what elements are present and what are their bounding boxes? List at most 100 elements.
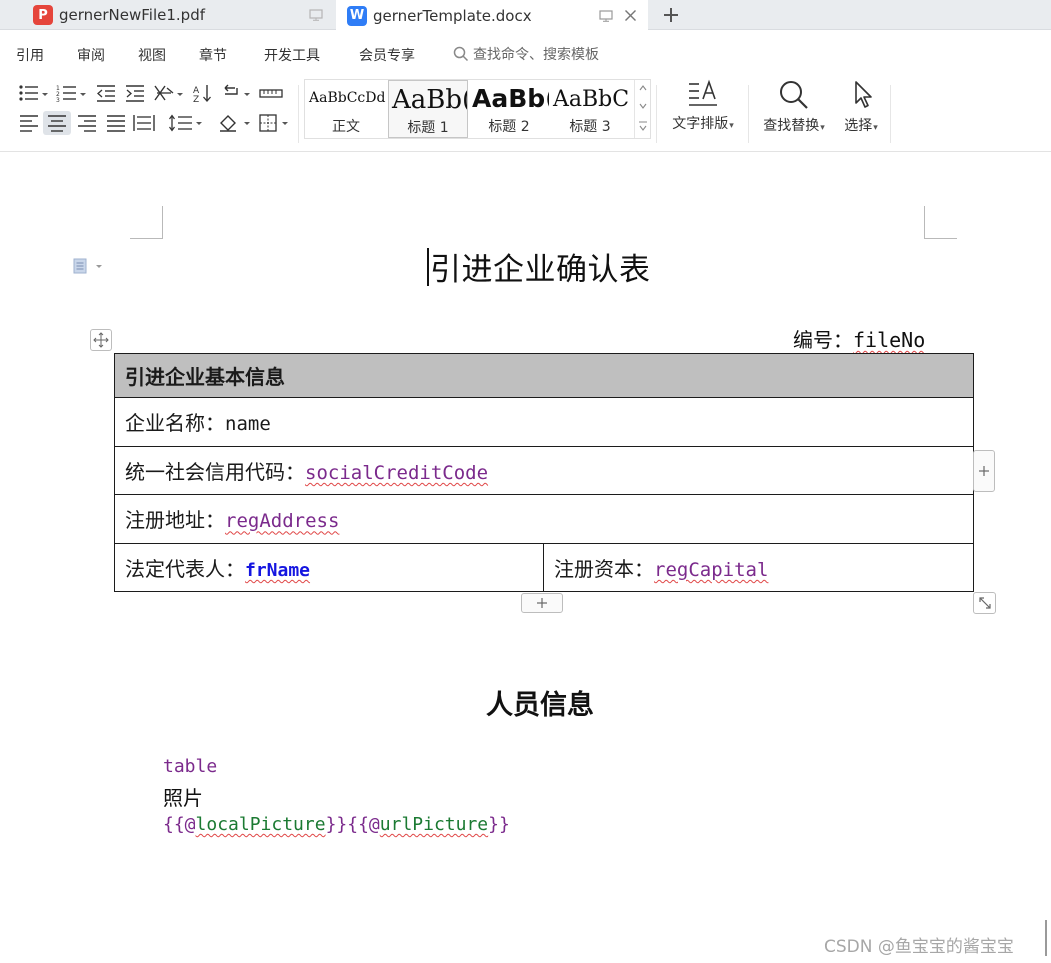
align-right-button[interactable] — [74, 111, 100, 135]
table-row: 企业名称：name — [114, 397, 974, 447]
file-number-label: 编号： — [793, 328, 853, 352]
table-resize-handle[interactable] — [973, 592, 996, 614]
wps-writer-icon: W — [347, 5, 367, 26]
style-heading-1[interactable]: AaBb( 标题 1 — [388, 80, 468, 138]
find-replace-label: 查找替换 — [763, 118, 820, 134]
style-name: 标题 1 — [407, 120, 449, 136]
increase-indent-icon — [126, 85, 144, 102]
monitor-icon[interactable] — [308, 7, 324, 23]
pdf-app-icon: P — [33, 5, 53, 25]
paint-bucket-icon — [220, 115, 250, 132]
text-cursor — [427, 248, 429, 286]
style-heading-2[interactable]: AaBb( 标题 2 — [469, 80, 549, 138]
move-arrows-icon — [93, 332, 109, 348]
decrease-indent-button[interactable] — [93, 81, 119, 105]
svg-text:3: 3 — [56, 97, 60, 102]
bullet-list-button[interactable] — [16, 81, 50, 105]
company-info-table[interactable]: 引进企业基本信息 企业名称：name 统一社会信用代码：socialCredit… — [114, 353, 974, 592]
tag-close: }} — [488, 814, 510, 835]
magnifier-icon — [780, 81, 808, 109]
numbered-list-icon: 123 — [56, 85, 86, 102]
align-left-button[interactable] — [16, 111, 42, 135]
document-icon — [73, 258, 102, 274]
distributed-align-button[interactable] — [131, 111, 157, 135]
style-heading-3[interactable]: AaBbCc 标题 3 — [550, 80, 630, 138]
style-name: 标题 2 — [488, 119, 530, 135]
table-row: 统一社会信用代码：socialCreditCode — [114, 445, 974, 495]
menu-developer-tools[interactable]: 开发工具 — [264, 45, 320, 65]
menu-member-exclusive[interactable]: 会员专享 — [359, 45, 415, 65]
select-button[interactable]: 选择▾ — [836, 79, 886, 141]
table-cell-credit-code[interactable]: 统一社会信用代码：socialCreditCode — [114, 445, 974, 495]
tab-pdf-file[interactable]: P gernerNewFile1.pdf — [22, 0, 332, 30]
search-icon — [453, 46, 469, 62]
align-right-icon — [78, 115, 96, 132]
text-layout-button[interactable]: 文字排版▾ — [664, 79, 742, 141]
table-cell-reg-capital[interactable]: 注册资本：regCapital — [543, 542, 974, 592]
tab-stops-button[interactable] — [258, 81, 284, 105]
cell-field: socialCreditCode — [305, 461, 489, 484]
document-page[interactable]: 引进企业确认表 编号：fileNo 引进企业基本信息 企业名称：name 统一社… — [0, 152, 1051, 963]
chinese-layout-button[interactable] — [151, 81, 185, 105]
borders-button[interactable] — [256, 111, 292, 135]
distributed-align-icon — [133, 115, 155, 131]
cell-field: regAddress — [225, 510, 340, 533]
justify-button[interactable] — [103, 111, 129, 135]
line-spacing-button[interactable] — [166, 111, 206, 135]
watermark: CSDN @鱼宝宝的酱宝宝 — [824, 937, 1014, 957]
table-cell-reg-address[interactable]: 注册地址：regAddress — [114, 494, 974, 544]
table-placeholder: table — [163, 756, 218, 777]
table-cell-legal-rep[interactable]: 法定代表人：frName — [114, 542, 544, 592]
menu-chapter[interactable]: 章节 — [199, 45, 227, 65]
style-name: 正文 — [332, 119, 360, 135]
resize-arrows-icon — [978, 597, 991, 609]
menu-references[interactable]: 引用 — [16, 45, 44, 65]
add-column-button[interactable] — [973, 450, 995, 492]
styles-scrollbar[interactable] — [634, 80, 650, 138]
new-tab-button[interactable] — [658, 2, 684, 28]
shading-button[interactable] — [216, 111, 254, 135]
tag-open: {{@ — [163, 814, 196, 835]
close-icon[interactable] — [622, 8, 638, 24]
cell-label: 统一社会信用代码： — [125, 459, 305, 484]
cursor-arrow-icon — [855, 81, 872, 108]
cell-field: regCapital — [654, 558, 769, 581]
paragraph-mark-button[interactable] — [218, 81, 252, 105]
chinese-layout-icon — [154, 85, 183, 101]
styles-gallery: AaBbCcDd 正文 AaBb( 标题 1 AaBb( 标题 2 AaBbCc… — [304, 79, 651, 139]
tab-docx-file[interactable]: W gernerTemplate.docx — [336, 0, 648, 31]
paragraph-menu-button[interactable] — [72, 258, 102, 274]
style-sample: AaBb( — [392, 85, 467, 115]
search-placeholder: 查找命令、搜索模板 — [473, 47, 599, 63]
align-center-button[interactable] — [43, 111, 71, 135]
table-header-cell[interactable]: 引进企业基本信息 — [114, 353, 974, 398]
plus-icon — [664, 8, 678, 22]
add-row-button[interactable] — [521, 593, 563, 613]
table-move-handle[interactable] — [90, 329, 112, 351]
menu-bar: 引用 审阅 视图 章节 开发工具 会员专享 查找命令、搜索模板 — [0, 31, 1051, 75]
numbered-list-button[interactable]: 123 — [54, 81, 88, 105]
menu-review[interactable]: 审阅 — [77, 45, 105, 65]
file-number-field: fileNo — [853, 328, 926, 352]
plus-icon — [537, 598, 547, 608]
cell-label: 注册地址： — [125, 508, 225, 533]
photo-label: 照片 — [163, 786, 203, 810]
tab-bar: P gernerNewFile1.pdf W gernerTemplate.do… — [0, 0, 1051, 31]
command-search[interactable]: 查找命令、搜索模板 — [453, 44, 599, 64]
monitor-icon[interactable] — [598, 8, 614, 24]
style-normal[interactable]: AaBbCcDd 正文 — [305, 80, 387, 138]
ruler-icon — [259, 89, 283, 98]
ribbon-toolbar: 123 AZ AaBbCcDd 正文 AaBb(标题 1 AaBb(标题 2… — [0, 75, 1051, 152]
menu-view[interactable]: 视图 — [138, 45, 166, 65]
decrease-indent-icon — [97, 85, 115, 102]
table-cell-company-name[interactable]: 企业名称：name — [114, 397, 974, 447]
style-sample: AaBbCc — [553, 87, 630, 112]
increase-indent-button[interactable] — [122, 81, 148, 105]
margin-corner-left — [130, 206, 163, 239]
scrollbar-edge[interactable] — [1045, 920, 1051, 956]
line-spacing-icon — [169, 114, 202, 132]
table-row: 注册地址：regAddress — [114, 494, 974, 544]
sort-button[interactable]: AZ — [190, 81, 216, 105]
file-number: 编号：fileNo — [793, 324, 925, 353]
find-replace-button[interactable]: 查找替换▾ — [756, 79, 832, 141]
